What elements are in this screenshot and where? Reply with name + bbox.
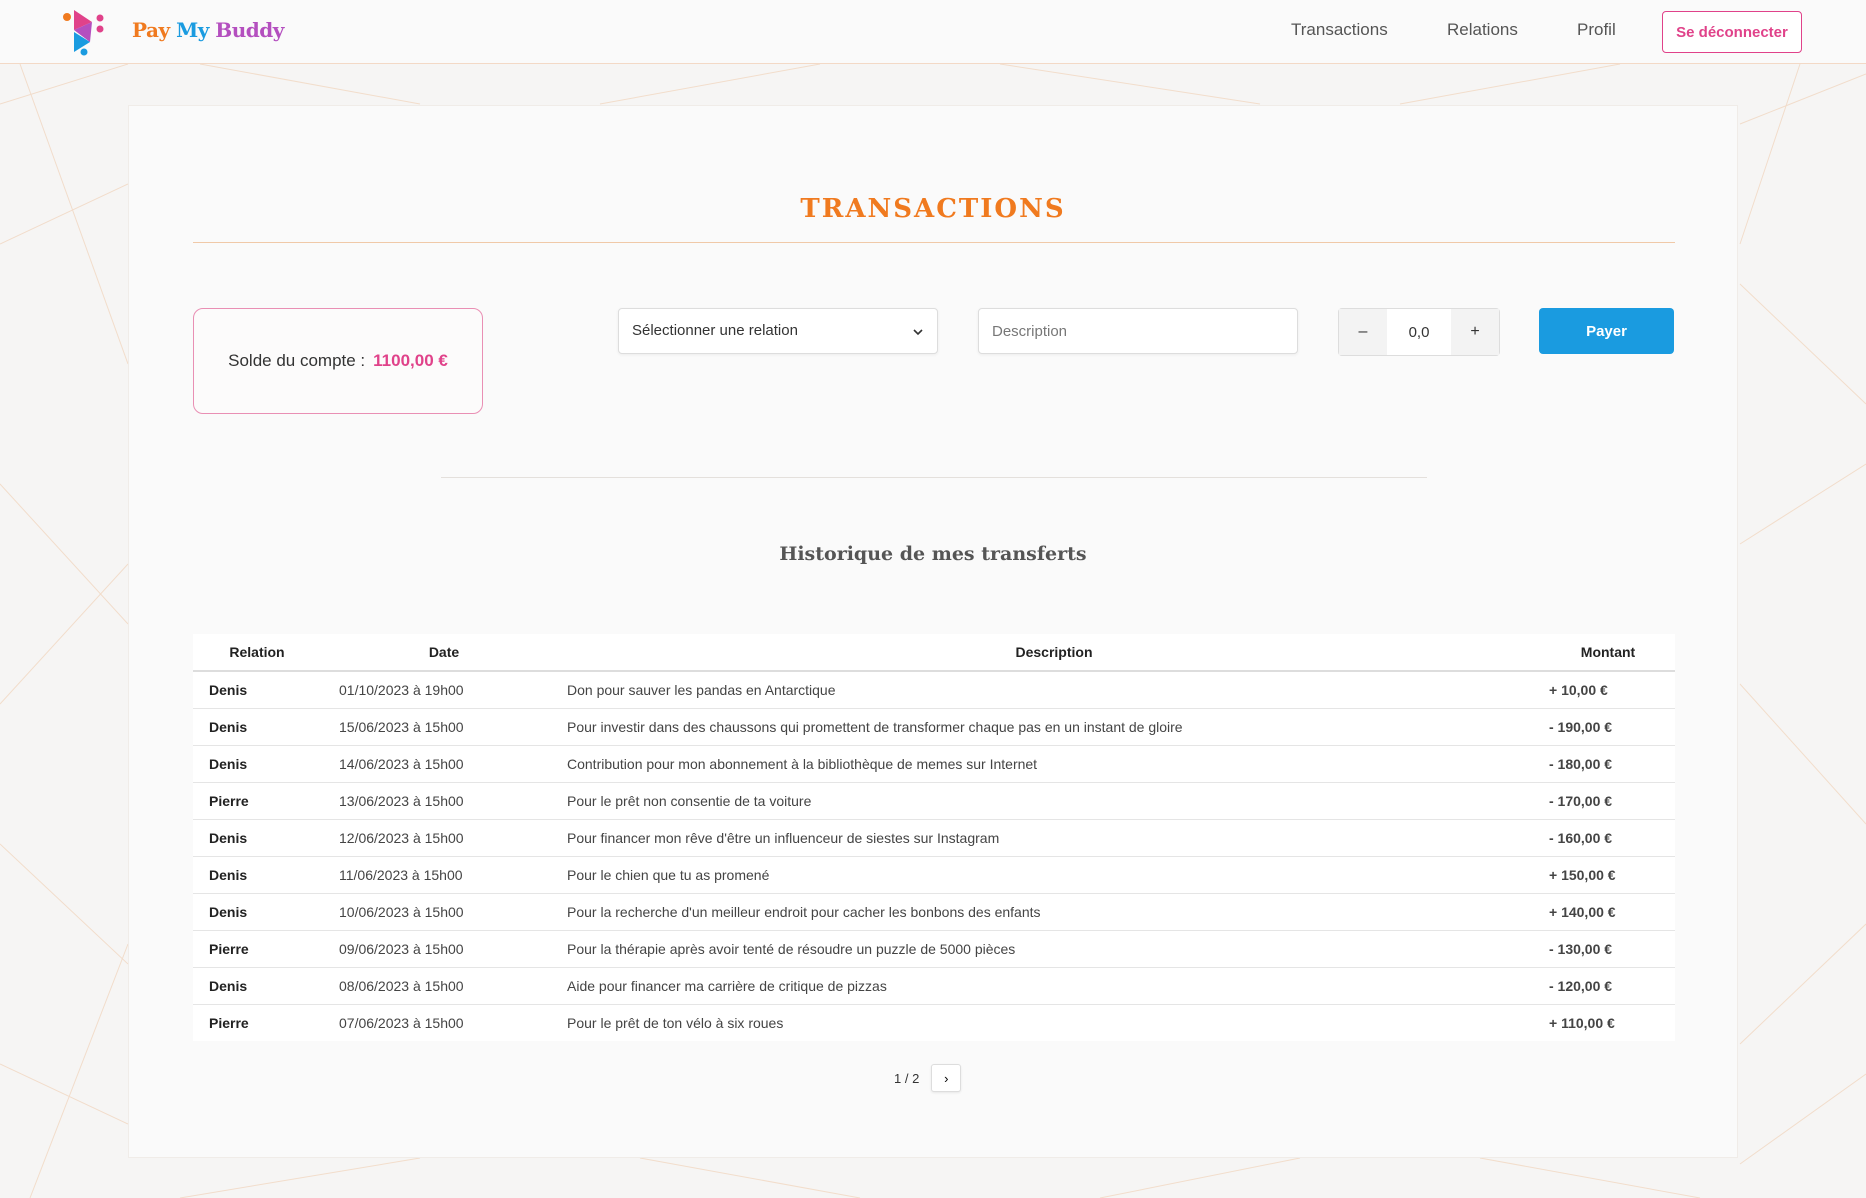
table-row: Pierre 13/06/2023 à 15h00 Pour le prêt non… bbox=[193, 782, 1675, 820]
cell-description: Pour le chien que tu as promené bbox=[567, 856, 1541, 894]
cell-relation: Denis bbox=[193, 856, 321, 894]
next-page-button[interactable]: › bbox=[931, 1064, 962, 1092]
cell-description: Don pour sauver les pandas en Antarctiqu… bbox=[567, 671, 1541, 709]
brand-name[interactable]: Pay My Buddy bbox=[132, 18, 284, 42]
relation-select[interactable]: Sélectionner une relation bbox=[618, 308, 938, 354]
table-row: Denis 14/06/2023 à 15h00 Contribution pour… bbox=[193, 745, 1675, 783]
brand-name-pay: Pay bbox=[132, 18, 170, 42]
logout-button[interactable]: Se déconnecter bbox=[1662, 11, 1802, 53]
title-divider bbox=[193, 242, 1675, 243]
cell-description: Aide pour financer ma carrière de critiq… bbox=[567, 967, 1541, 1005]
cell-date: 12/06/2023 à 15h00 bbox=[321, 819, 567, 857]
balance-label: Solde du compte : bbox=[228, 351, 366, 370]
cell-date: 11/06/2023 à 15h00 bbox=[321, 856, 567, 894]
table-row: Pierre 07/06/2023 à 15h00 Pour le prêt de … bbox=[193, 1004, 1675, 1041]
section-divider bbox=[441, 477, 1427, 478]
cell-relation: Pierre bbox=[209, 1014, 249, 1031]
column-header-amount: Montant bbox=[1541, 634, 1675, 672]
table-header-row: Relation Date Description Montant bbox=[193, 634, 1675, 672]
cell-description: Pour financer mon rêve d'être un influen… bbox=[567, 819, 1541, 857]
cell-date: 14/06/2023 à 15h00 bbox=[321, 745, 567, 783]
decrement-button[interactable]: – bbox=[1339, 309, 1387, 355]
cell-description: Contribution pour mon abonnement à la bi… bbox=[567, 745, 1541, 783]
cell-relation: Denis bbox=[193, 967, 321, 1005]
chevron-down-icon bbox=[913, 329, 923, 336]
cell-amount: - 190,00 € bbox=[1541, 708, 1675, 746]
cell-amount: - 130,00 € bbox=[1541, 930, 1675, 968]
cell-relation: Pierre bbox=[193, 930, 321, 968]
relation-select-value: Sélectionner une relation bbox=[632, 322, 798, 339]
cell-amount: - 160,00 € bbox=[1541, 819, 1675, 857]
transactions-table: Relation Date Description Montant Denis 0… bbox=[193, 634, 1675, 1041]
cell-description: Pour investir dans des chaussons qui pro… bbox=[567, 708, 1541, 746]
transactions-body: Denis 01/10/2023 à 19h00 Don pour sauver l… bbox=[193, 671, 1675, 1041]
cell-relation: Denis bbox=[193, 671, 321, 709]
description-input[interactable] bbox=[978, 308, 1298, 354]
brand-name-buddy: Buddy bbox=[215, 18, 284, 42]
table-row: Denis 11/06/2023 à 15h00 Pour le chien que… bbox=[193, 856, 1675, 894]
cell-date: 01/10/2023 à 19h00 bbox=[321, 671, 567, 709]
cell-date: 15/06/2023 à 15h00 bbox=[321, 708, 567, 746]
cell-date: 13/06/2023 à 15h00 bbox=[321, 782, 567, 820]
nav-transactions[interactable]: Transactions bbox=[1291, 20, 1388, 40]
balance-value: 1100,00 € bbox=[373, 351, 448, 370]
amount-stepper: – + bbox=[1338, 308, 1500, 356]
cell-amount: - 120,00 € bbox=[1541, 967, 1675, 1005]
cell-amount: - 170,00 € bbox=[1541, 782, 1675, 820]
page-indicator: 1 / 2 bbox=[894, 1070, 920, 1086]
cell-description: Pour le prêt non consentie de ta voiture bbox=[567, 782, 1541, 820]
pay-button[interactable]: Payer bbox=[1539, 308, 1674, 354]
amount-input[interactable] bbox=[1387, 309, 1451, 355]
cell-relation: Denis bbox=[193, 819, 321, 857]
table-row: Denis 15/06/2023 à 15h00 Pour investir dan… bbox=[193, 708, 1675, 746]
cell-amount: + 140,00 € bbox=[1541, 893, 1675, 931]
top-navbar: Pay My Buddy Transactions Relations Prof… bbox=[0, 0, 1866, 64]
cell-amount: + 150,00 € bbox=[1541, 856, 1675, 894]
account-balance: Solde du compte : 1100,00 € bbox=[193, 308, 483, 414]
cell-relation: Denis bbox=[193, 893, 321, 931]
table-row: Denis 10/06/2023 à 15h00 Pour la recherche… bbox=[193, 893, 1675, 931]
increment-button[interactable]: + bbox=[1451, 309, 1499, 355]
cell-relation: Denis bbox=[193, 708, 321, 746]
cell-date: 09/06/2023 à 15h00 bbox=[321, 930, 567, 968]
main-panel: TRANSACTIONS Solde du compte : 1100,00 €… bbox=[128, 105, 1738, 1158]
history-title: Historique de mes transferts bbox=[779, 543, 1087, 565]
cell-amount: - 180,00 € bbox=[1541, 745, 1675, 783]
cell-relation: Denis bbox=[193, 745, 321, 783]
cell-amount: + 110,00 € bbox=[1549, 1014, 1615, 1031]
cell-date: 08/06/2023 à 15h00 bbox=[321, 967, 567, 1005]
table-row: Denis 01/10/2023 à 19h00 Don pour sauver l… bbox=[193, 671, 1675, 709]
cell-description: Pour la recherche d'un meilleur endroit … bbox=[567, 893, 1541, 931]
column-header-date: Date bbox=[321, 634, 567, 672]
nav-relations[interactable]: Relations bbox=[1447, 20, 1518, 40]
cell-description: Pour la thérapie après avoir tenté de ré… bbox=[567, 930, 1541, 968]
page-title: TRANSACTIONS bbox=[800, 194, 1066, 224]
table-row: Denis 08/06/2023 à 15h00 Aide pour finance… bbox=[193, 967, 1675, 1005]
cell-relation: Pierre bbox=[193, 782, 321, 820]
table-row: Pierre 09/06/2023 à 15h00 Pour la thérapie… bbox=[193, 930, 1675, 968]
column-header-relation: Relation bbox=[193, 634, 321, 672]
table-row: Denis 12/06/2023 à 15h00 Pour financer mon… bbox=[193, 819, 1675, 857]
cell-date: 07/06/2023 à 15h00 bbox=[339, 1014, 464, 1031]
column-header-description: Description bbox=[567, 634, 1541, 672]
brand-logo-icon[interactable] bbox=[62, 8, 114, 56]
brand-name-my: My bbox=[176, 18, 209, 42]
cell-amount: + 10,00 € bbox=[1541, 671, 1675, 709]
nav-profil[interactable]: Profil bbox=[1577, 20, 1616, 40]
pagination: 1 / 2 › bbox=[894, 1064, 962, 1092]
cell-date: 10/06/2023 à 15h00 bbox=[321, 893, 567, 931]
cell-description: Pour le prêt de ton vélo à six roues bbox=[567, 1014, 784, 1031]
